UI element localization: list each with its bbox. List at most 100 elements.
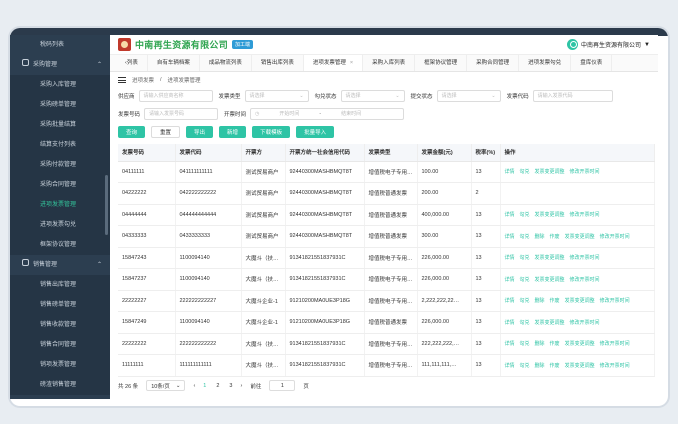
tab-1[interactable]: 自有车辆档案	[148, 55, 200, 71]
sidebar-item-3[interactable]: 采购磅单管理	[10, 95, 110, 115]
row-action-link[interactable]: 作废	[550, 363, 560, 369]
row-action-link[interactable]: 发票变更调整	[565, 298, 595, 304]
query-button[interactable]: 查询	[118, 126, 146, 138]
tab-7[interactable]: 采购合同管理	[467, 55, 520, 71]
user-name[interactable]: 中南再生资源有限公司	[581, 40, 641, 49]
page-number[interactable]: 2	[216, 383, 219, 389]
tab-8[interactable]: 进项发票勾兑	[519, 55, 572, 71]
row-action-link[interactable]: 修改开票时间	[600, 341, 630, 347]
close-icon[interactable]: ×	[350, 60, 353, 66]
row-action-link[interactable]: 详情	[505, 169, 515, 175]
row-action-link[interactable]: 勾兑	[520, 277, 530, 283]
sidebar-item-9[interactable]: 进项发票勾兑	[10, 215, 110, 235]
tab-0[interactable]: ‹列表	[116, 55, 148, 71]
row-action-link[interactable]: 勾兑	[520, 212, 530, 218]
row-action-link[interactable]: 详情	[505, 234, 515, 240]
row-action-link[interactable]: 作废	[550, 298, 560, 304]
row-action-link[interactable]: 详情	[505, 298, 515, 304]
row-action-link[interactable]: 发票变更调整	[535, 169, 565, 175]
export-button[interactable]: 导出	[186, 126, 214, 138]
sidebar-item-15[interactable]: 销售合同管理	[10, 335, 110, 355]
download-template-button[interactable]: 下载模板	[252, 126, 291, 138]
user-menu[interactable]: 中南再生资源有限公司 ▼	[567, 39, 650, 50]
invoice-code-input[interactable]: 请输入发票代码	[532, 90, 613, 102]
row-action-link[interactable]: 删除	[535, 298, 545, 304]
page-number[interactable]: 1	[203, 383, 206, 389]
row-action-link[interactable]: 详情	[505, 363, 515, 369]
sidebar-item-13[interactable]: 销售磅单管理	[10, 295, 110, 315]
sidebar-item-0[interactable]: 税码列表	[10, 35, 110, 55]
sidebar-item-6[interactable]: 采购付款管理	[10, 155, 110, 175]
next-page-icon[interactable]: ›	[240, 383, 242, 389]
row-action-link[interactable]: 勾兑	[520, 169, 530, 175]
row-action-link[interactable]: 修改开票时间	[570, 169, 600, 175]
row-action-link[interactable]: 详情	[505, 255, 515, 261]
row-action-link[interactable]: 删除	[535, 363, 545, 369]
add-button[interactable]: 新增	[219, 126, 247, 138]
sidebar-group-1[interactable]: 采购管理 ⌃	[10, 55, 110, 75]
row-action-link[interactable]: 发票变更调整	[535, 255, 565, 261]
sidebar-item-8[interactable]: 进项发票管理	[10, 195, 110, 215]
row-action-link[interactable]: 勾兑	[520, 341, 530, 347]
row-action-link[interactable]: 发票变更调整	[535, 277, 565, 283]
breadcrumb-root[interactable]: 进项发票	[132, 76, 154, 84]
supplier-input[interactable]: 请输入供应商名称	[138, 90, 213, 102]
verify-status-select[interactable]: 请选择 ⌄	[340, 90, 405, 102]
page-number[interactable]: 3	[229, 383, 232, 389]
row-action-link[interactable]: 删除	[535, 234, 545, 240]
sidebar-item-12[interactable]: 销售出库管理	[10, 275, 110, 295]
row-action-link[interactable]: 修改开票时间	[570, 320, 600, 326]
sidebar-item-14[interactable]: 销售收款管理	[10, 315, 110, 335]
row-action-link[interactable]: 详情	[505, 320, 515, 326]
tab-5[interactable]: 采购入库列表	[363, 55, 416, 71]
invoice-number-input[interactable]: 请输入发票号码	[144, 108, 219, 120]
row-action-link[interactable]: 详情	[505, 341, 515, 347]
row-action-link[interactable]: 发票变更调整	[565, 234, 595, 240]
caret-down-icon[interactable]: ▼	[644, 42, 650, 48]
sidebar-item-7[interactable]: 采购合同管理	[10, 175, 110, 195]
row-action-link[interactable]: 作废	[550, 341, 560, 347]
sidebar-item-17[interactable]: 磅渣销售管理	[10, 375, 110, 395]
row-action-link[interactable]: 作废	[550, 234, 560, 240]
tab-2[interactable]: 成品物流列表	[200, 55, 252, 71]
reset-button[interactable]: 重置	[151, 126, 181, 138]
sidebar-scrollbar[interactable]	[105, 175, 108, 235]
sidebar-item-16[interactable]: 销项发票管理	[10, 355, 110, 375]
invoice-date-range[interactable]: ◷ 开始时间 - 结束时间	[250, 108, 405, 120]
goto-page-input[interactable]: 1	[269, 380, 296, 391]
sidebar-item-5[interactable]: 结算支付列表	[10, 135, 110, 155]
row-action-link[interactable]: 修改开票时间	[600, 234, 630, 240]
row-action-link[interactable]: 发票变更调整	[565, 363, 595, 369]
tab-4[interactable]: 进项发票管理 ×	[303, 55, 364, 71]
tab-3[interactable]: 销售出库列表	[252, 55, 304, 71]
row-action-link[interactable]: 勾兑	[520, 298, 530, 304]
row-action-link[interactable]: 发票变更调整	[535, 212, 565, 218]
prev-page-icon[interactable]: ‹	[193, 383, 195, 389]
menu-toggle-icon[interactable]	[118, 77, 126, 83]
invoice-type-select[interactable]: 请选择 ⌄	[244, 90, 309, 102]
sidebar-item-10[interactable]: 框架协议管理	[10, 235, 110, 255]
sidebar-group-11[interactable]: 销售管理 ⌃	[10, 255, 110, 275]
row-action-link[interactable]: 修改开票时间	[570, 277, 600, 283]
row-action-link[interactable]: 修改开票时间	[600, 298, 630, 304]
avatar[interactable]	[567, 39, 579, 50]
row-action-link[interactable]: 勾兑	[520, 320, 530, 326]
row-action-link[interactable]: 修改开票时间	[570, 212, 600, 218]
tab-6[interactable]: 框架协议管理	[415, 55, 468, 71]
row-action-link[interactable]: 详情	[505, 212, 515, 218]
row-action-link[interactable]: 勾兑	[520, 255, 530, 261]
sidebar-item-2[interactable]: 采购入库管理	[10, 75, 110, 95]
submit-status-select[interactable]: 请选择 ⌄	[436, 90, 501, 102]
row-action-link[interactable]: 删除	[535, 341, 545, 347]
row-action-link[interactable]: 修改开票时间	[570, 255, 600, 261]
row-action-link[interactable]: 勾兑	[520, 234, 530, 240]
row-action-link[interactable]: 发票变更调整	[535, 320, 565, 326]
row-action-link[interactable]: 详情	[505, 277, 515, 283]
row-action-link[interactable]: 修改开票时间	[600, 363, 630, 369]
sidebar-item-4[interactable]: 采购批量结算	[10, 115, 110, 135]
page-size-select[interactable]: 10条/页 ⌄	[146, 380, 186, 391]
tab-9[interactable]: 盘库仪表	[571, 55, 613, 71]
row-action-link[interactable]: 发票变更调整	[565, 341, 595, 347]
batch-import-button[interactable]: 批量导入	[296, 126, 335, 138]
row-action-link[interactable]: 勾兑	[520, 363, 530, 369]
